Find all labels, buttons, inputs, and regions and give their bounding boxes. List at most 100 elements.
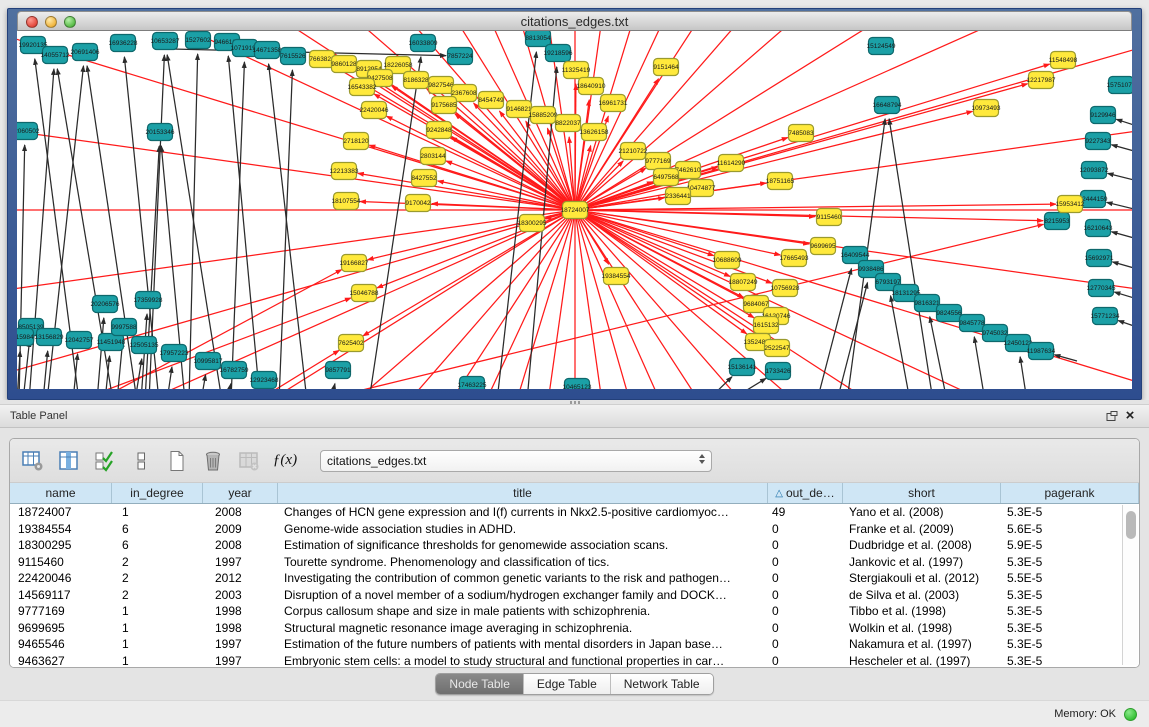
- float-panel-icon[interactable]: [1103, 408, 1121, 424]
- graph-node-label: 17463225: [458, 382, 487, 389]
- graph-node-label: 19384554: [602, 273, 631, 280]
- vertical-scrollbar[interactable]: [1122, 505, 1138, 665]
- table-rows: 1872400712008Changes of HCN gene express…: [10, 504, 1139, 668]
- graph-node-label: 17359928: [134, 297, 163, 304]
- table-cell: 2008: [203, 504, 278, 521]
- graph-node-label: 9997588: [111, 324, 137, 331]
- network-window: citations_edges.txt 19920135140557122069…: [7, 8, 1142, 400]
- table-cell: 1998: [203, 620, 278, 637]
- new-column-button[interactable]: [164, 448, 190, 474]
- zoom-button[interactable]: [64, 16, 76, 28]
- column-header-title[interactable]: title: [278, 483, 768, 503]
- table-panel-title: Table Panel: [10, 410, 68, 422]
- table-cell: 5.3E-5: [1001, 620, 1139, 637]
- graph-node-label: 18226058: [384, 62, 413, 69]
- graph-node-label: 12042757: [65, 337, 94, 344]
- column-header-name[interactable]: name: [10, 483, 112, 503]
- graph-node-label: 15692971: [1085, 255, 1114, 262]
- graph-node-label: 12213383: [330, 168, 359, 175]
- table-cell: 2012: [203, 570, 278, 587]
- table-cell: 1: [112, 653, 203, 669]
- table-cell: 49: [768, 504, 843, 521]
- graph-node-label: 16936228: [109, 40, 138, 47]
- graph-node-label: 18107554: [332, 198, 361, 205]
- table-row[interactable]: 911546021997Tourette syndrome. Phenomeno…: [10, 554, 1139, 571]
- graph-node-label: 16033809: [409, 40, 438, 47]
- graph-node-label: 9816321: [914, 300, 940, 307]
- graph-edge: [269, 64, 307, 389]
- graph-edge: [201, 375, 206, 389]
- close-button[interactable]: [26, 16, 38, 28]
- graph-node-label: 20153346: [146, 129, 175, 136]
- scrollbar-thumb[interactable]: [1126, 511, 1136, 539]
- minimize-button[interactable]: [45, 16, 57, 28]
- table-row[interactable]: 946362711997Embryonic stem cells: a mode…: [10, 653, 1139, 669]
- column-header-pagerank[interactable]: pagerank: [1001, 483, 1139, 503]
- graph-node-label: 2522547: [764, 345, 790, 352]
- table-cell: 5.3E-5: [1001, 587, 1139, 604]
- column-header-short[interactable]: short: [843, 483, 1001, 503]
- table-row[interactable]: 1456911722003Disruption of a novel membe…: [10, 587, 1139, 604]
- function-builder-button[interactable]: ƒ(x): [272, 448, 298, 474]
- graph-node-label: 16648794: [873, 102, 902, 109]
- graph-node-label: 18300295: [518, 220, 547, 227]
- delete-column-button[interactable]: [200, 448, 226, 474]
- table-row[interactable]: 977716911998Corpus callosum shape and si…: [10, 603, 1139, 620]
- graph-edge: [575, 210, 756, 389]
- table-cell: Estimation of the future numbers of pati…: [278, 636, 768, 653]
- network-canvas[interactable]: 1992013514055712206914061693622810653287…: [17, 31, 1132, 389]
- tab-network-table[interactable]: Network Table: [611, 674, 713, 694]
- column-header-label: name: [45, 486, 75, 500]
- table-row[interactable]: 969969511998Structural magnetic resonanc…: [10, 620, 1139, 637]
- table-cell: 0: [768, 587, 843, 604]
- tab-node-table[interactable]: Node Table: [436, 674, 524, 694]
- graph-edge: [575, 210, 714, 256]
- table-cell: Dudbridge et al. (2008): [843, 537, 1001, 554]
- table-row[interactable]: 1830029562008Estimation of significance …: [10, 537, 1139, 554]
- graph-edge: [1107, 202, 1132, 209]
- table-row[interactable]: 946554611997Estimation of the future num…: [10, 636, 1139, 653]
- network-graph[interactable]: 1992013514055712206914061693622810653287…: [17, 31, 1132, 389]
- graph-edge: [889, 119, 933, 389]
- graph-edge: [974, 337, 985, 389]
- graph-edge: [1116, 119, 1132, 125]
- column-header-year[interactable]: year: [203, 483, 278, 503]
- table-cell: 2: [112, 570, 203, 587]
- network-window-titlebar[interactable]: citations_edges.txt: [17, 11, 1132, 31]
- graph-edge: [1111, 145, 1132, 151]
- table-cell: 0: [768, 653, 843, 669]
- close-panel-icon[interactable]: ×: [1121, 408, 1139, 424]
- graph-node-label: 8186328: [403, 77, 429, 84]
- graph-edge: [1114, 292, 1132, 298]
- splitter-handle[interactable]: [570, 401, 580, 404]
- column-header-out_de[interactable]: △out_de…: [768, 483, 843, 503]
- graph-node-label: 3915984: [17, 334, 34, 341]
- graph-node-label: 10756928: [771, 285, 800, 292]
- graph-node-label: 20691406: [71, 49, 100, 56]
- table-mode-button[interactable]: [20, 448, 46, 474]
- graph-node-label: 17957223: [160, 350, 189, 357]
- graph-node-label: 9824556: [936, 310, 962, 317]
- table-row[interactable]: 1938455462009Genome-wide association stu…: [10, 521, 1139, 538]
- graph-node-label: 11614290: [717, 160, 746, 167]
- tab-edge-table[interactable]: Edge Table: [524, 674, 611, 694]
- graph-node-label: 9777169: [645, 158, 671, 165]
- column-header-in_degree[interactable]: in_degree: [112, 483, 203, 503]
- table-cell: 5.3E-5: [1001, 554, 1139, 571]
- delete-table-button[interactable]: [236, 448, 262, 474]
- table-row[interactable]: 2242004622012Investigating the contribut…: [10, 570, 1139, 587]
- graph-node-label: 12217987: [1027, 77, 1056, 84]
- graph-node-label: 9827546: [428, 82, 454, 89]
- graph-node-label: 12060502: [17, 128, 40, 135]
- graph-node-label: 15771234: [1091, 313, 1120, 320]
- graph-node-label: 8427552: [411, 175, 437, 182]
- row-toggle-button[interactable]: [128, 448, 154, 474]
- table-cell: Tibbo et al. (1998): [843, 603, 1001, 620]
- graph-node-label: 19166827: [340, 260, 369, 267]
- show-column-button[interactable]: [56, 448, 82, 474]
- graph-edge: [167, 367, 172, 389]
- table-selector-dropdown[interactable]: citations_edges.txt: [320, 450, 712, 472]
- table-row[interactable]: 1872400712008Changes of HCN gene express…: [10, 504, 1139, 521]
- select-columns-button[interactable]: [92, 448, 118, 474]
- graph-node-label: 8822037: [555, 120, 581, 127]
